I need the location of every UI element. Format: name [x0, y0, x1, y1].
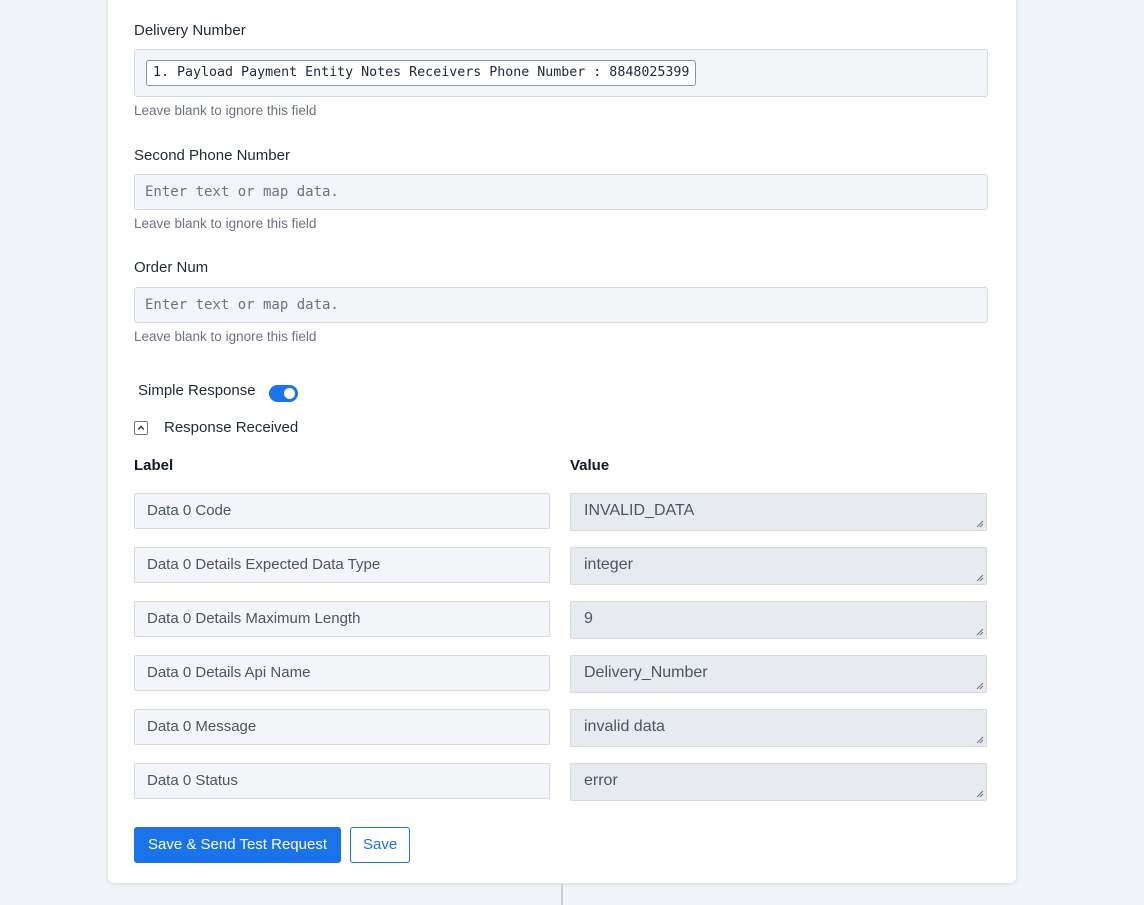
toggle-knob: [284, 388, 295, 399]
simple-response-label: Simple Response: [138, 382, 256, 399]
resize-grip-icon[interactable]: [976, 628, 984, 636]
response-value-text: integer: [584, 556, 633, 573]
value-column-header: Value: [570, 457, 610, 474]
order-num-label: Order Num: [134, 259, 209, 276]
delivery-number-hint: Leave blank to ignore this field: [134, 103, 317, 118]
response-value-field[interactable]: error: [570, 763, 987, 801]
second-phone-number-hint: Leave blank to ignore this field: [134, 216, 317, 231]
order-num-field: [134, 287, 988, 323]
save-button[interactable]: Save: [350, 827, 411, 863]
response-label-field: Data 0 Details Maximum Length: [134, 601, 550, 637]
resize-grip-icon[interactable]: [976, 790, 984, 798]
order-num-hint: Leave blank to ignore this field: [134, 329, 317, 344]
second-phone-number-input[interactable]: [135, 175, 987, 209]
chevron-up-icon: [137, 425, 145, 431]
response-label-field: Data 0 Message: [134, 709, 550, 745]
simple-response-toggle[interactable]: [269, 385, 298, 402]
response-value-text: 9: [584, 610, 593, 627]
order-num-input[interactable]: [135, 288, 987, 322]
response-value-field[interactable]: INVALID_DATA: [570, 493, 987, 531]
flow-connector-line: [561, 884, 563, 905]
save-and-send-test-request-button[interactable]: Save & Send Test Request: [134, 827, 342, 863]
response-value-field[interactable]: invalid data: [570, 709, 987, 747]
resize-grip-icon[interactable]: [976, 520, 984, 528]
response-label-field: Data 0 Code: [134, 493, 550, 529]
response-label-field: Data 0 Status: [134, 763, 550, 799]
mapped-data-pill[interactable]: 1. Payload Payment Entity Notes Receiver…: [146, 60, 697, 86]
response-value-text: error: [584, 772, 618, 789]
response-label-field: Data 0 Details Api Name: [134, 655, 550, 691]
resize-grip-icon[interactable]: [976, 736, 984, 744]
response-value-text: invalid data: [584, 718, 665, 735]
response-value-field[interactable]: Delivery_Number: [570, 655, 987, 693]
response-label-field: Data 0 Details Expected Data Type: [134, 547, 550, 583]
delivery-number-field[interactable]: 1. Payload Payment Entity Notes Receiver…: [134, 49, 988, 97]
response-received-label: Response Received: [164, 419, 299, 436]
resize-grip-icon[interactable]: [976, 682, 984, 690]
response-value-text: Delivery_Number: [584, 664, 708, 681]
response-collapse-button[interactable]: [134, 421, 148, 435]
resize-grip-icon[interactable]: [976, 574, 984, 582]
delivery-number-label: Delivery Number: [134, 22, 246, 39]
second-phone-number-label: Second Phone Number: [134, 147, 290, 164]
label-column-header: Label: [134, 457, 174, 474]
response-value-field[interactable]: integer: [570, 547, 987, 585]
form-card: Delivery Number 1. Payload Payment Entit…: [108, 0, 1016, 883]
form-body: Delivery Number 1. Payload Payment Entit…: [134, 0, 988, 883]
response-value-field[interactable]: 9: [570, 601, 987, 639]
response-value-text: INVALID_DATA: [584, 502, 695, 519]
second-phone-number-field: [134, 174, 988, 210]
